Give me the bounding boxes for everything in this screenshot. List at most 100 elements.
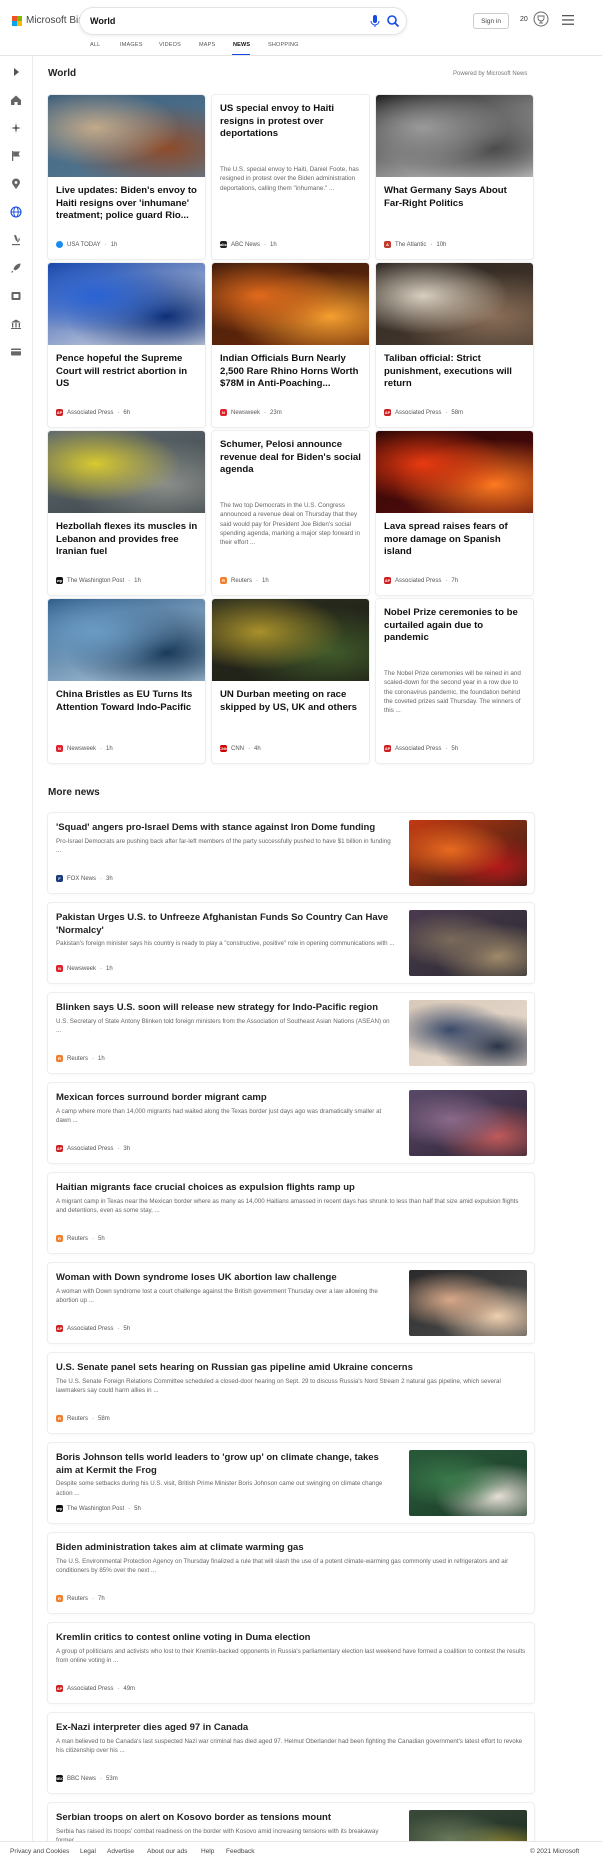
news-card-source[interactable]: AP Associated Press · 5h bbox=[384, 745, 458, 752]
footer-link-feedback[interactable]: Feedback bbox=[226, 1848, 255, 1855]
news-card-source[interactable]: N Newsweek · 23m bbox=[220, 409, 282, 416]
news-card[interactable]: Live updates: Biden's envoy to Haiti res… bbox=[48, 95, 205, 259]
news-card[interactable]: Schumer, Pelosi announce revenue deal fo… bbox=[212, 431, 369, 595]
card-icon[interactable] bbox=[10, 346, 22, 358]
globe-icon[interactable] bbox=[10, 206, 22, 218]
sparkles-icon[interactable] bbox=[10, 122, 22, 134]
news-item-source[interactable]: R Reuters · 58m bbox=[56, 1415, 110, 1422]
news-item-source[interactable]: R Reuters · 7h bbox=[56, 1595, 105, 1602]
list-item[interactable]: Kremlin critics to contest online voting… bbox=[48, 1623, 534, 1703]
news-card-source[interactable]: AP Associated Press · 58m bbox=[384, 409, 463, 416]
news-card-source[interactable]: A The Atlantic · 10h bbox=[384, 241, 446, 248]
search-input[interactable] bbox=[90, 13, 340, 29]
rocket-icon[interactable] bbox=[10, 262, 22, 274]
news-card-source[interactable]: USA TODAY · 1h bbox=[56, 241, 117, 248]
news-item-thumbnail[interactable] bbox=[409, 1270, 527, 1336]
news-item-title[interactable]: Pakistan Urges U.S. to Unfreeze Afghanis… bbox=[56, 912, 396, 937]
news-card-source[interactable]: N Newsweek · 1h bbox=[56, 745, 113, 752]
news-card-title[interactable]: Pence hopeful the Supreme Court will res… bbox=[56, 353, 198, 391]
news-card[interactable]: Lava spread raises fears of more damage … bbox=[376, 431, 533, 595]
list-item[interactable]: Biden administration takes aim at climat… bbox=[48, 1533, 534, 1613]
footer-link-help[interactable]: Help bbox=[201, 1848, 214, 1855]
hamburger-menu-icon[interactable] bbox=[562, 15, 574, 25]
news-card[interactable]: US special envoy to Haiti resigns in pro… bbox=[212, 95, 369, 259]
news-item-source[interactable]: AP Associated Press · 3h bbox=[56, 1145, 130, 1152]
news-card-source[interactable]: wp The Washington Post · 1h bbox=[56, 577, 141, 584]
list-item[interactable]: Pakistan Urges U.S. to Unfreeze Afghanis… bbox=[48, 903, 534, 983]
search-box[interactable] bbox=[80, 8, 406, 34]
news-item-title[interactable]: Biden administration takes aim at climat… bbox=[56, 1542, 526, 1555]
news-card-source[interactable]: AP Associated Press · 7h bbox=[384, 577, 458, 584]
news-item-title[interactable]: Serbian troops on alert on Kosovo border… bbox=[56, 1812, 396, 1825]
sign-in-button[interactable]: Sign in bbox=[473, 13, 509, 29]
home-icon[interactable] bbox=[10, 94, 22, 106]
news-card-source[interactable]: R Reuters · 1h bbox=[220, 577, 269, 584]
news-card[interactable]: China Bristles as EU Turns Its Attention… bbox=[48, 599, 205, 763]
film-icon[interactable] bbox=[10, 290, 22, 302]
footer-link-about-ads[interactable]: About our ads bbox=[147, 1848, 187, 1855]
news-item-title[interactable]: U.S. Senate panel sets hearing on Russia… bbox=[56, 1362, 526, 1375]
bank-icon[interactable] bbox=[10, 318, 22, 330]
news-item-thumbnail[interactable] bbox=[409, 1090, 527, 1156]
news-card-image[interactable] bbox=[48, 263, 205, 345]
footer-link-advertise[interactable]: Advertise bbox=[107, 1848, 134, 1855]
location-icon[interactable] bbox=[10, 178, 22, 190]
news-card-title[interactable]: Live updates: Biden's envoy to Haiti res… bbox=[56, 185, 198, 223]
news-item-title[interactable]: 'Squad' angers pro-Israel Dems with stan… bbox=[56, 822, 396, 835]
news-item-thumbnail[interactable] bbox=[409, 1450, 527, 1516]
list-item[interactable]: Ex-Nazi interpreter dies aged 97 in Cana… bbox=[48, 1713, 534, 1793]
news-item-thumbnail[interactable] bbox=[409, 1000, 527, 1066]
expand-icon[interactable] bbox=[10, 66, 22, 78]
news-card-title[interactable]: UN Durban meeting on race skipped by US,… bbox=[220, 689, 362, 714]
footer-link-legal[interactable]: Legal bbox=[80, 1848, 96, 1855]
list-item[interactable]: 'Squad' angers pro-Israel Dems with stan… bbox=[48, 813, 534, 893]
news-card[interactable]: Pence hopeful the Supreme Court will res… bbox=[48, 263, 205, 427]
microphone-icon[interactable] bbox=[369, 14, 381, 28]
news-card-title[interactable]: Schumer, Pelosi announce revenue deal fo… bbox=[220, 439, 362, 477]
news-card[interactable]: Hezbollah flexes its muscles in Lebanon … bbox=[48, 431, 205, 595]
microscope-icon[interactable] bbox=[10, 234, 22, 246]
news-item-title[interactable]: Woman with Down syndrome loses UK aborti… bbox=[56, 1272, 396, 1285]
tab-videos[interactable]: VIDEOS bbox=[159, 42, 181, 48]
news-card[interactable]: What Germany Says About Far-Right Politi… bbox=[376, 95, 533, 259]
news-item-title[interactable]: Mexican forces surround border migrant c… bbox=[56, 1092, 396, 1105]
news-item-title[interactable]: Kremlin critics to contest online voting… bbox=[56, 1632, 526, 1645]
news-item-source[interactable]: R Reuters · 1h bbox=[56, 1055, 105, 1062]
news-card-image[interactable] bbox=[212, 263, 369, 345]
news-item-title[interactable]: Ex-Nazi interpreter dies aged 97 in Cana… bbox=[56, 1722, 526, 1735]
news-card-source[interactable]: AP Associated Press · 6h bbox=[56, 409, 130, 416]
news-card-image[interactable] bbox=[212, 599, 369, 681]
list-item[interactable]: Woman with Down syndrome loses UK aborti… bbox=[48, 1263, 534, 1343]
news-item-source[interactable]: N Newsweek · 1h bbox=[56, 965, 113, 972]
tab-images[interactable]: IMAGES bbox=[120, 42, 143, 48]
tab-shopping[interactable]: SHOPPING bbox=[268, 42, 299, 48]
list-item[interactable]: Mexican forces surround border migrant c… bbox=[48, 1083, 534, 1163]
news-card-image[interactable] bbox=[376, 263, 533, 345]
news-item-source[interactable]: BBC BBC News · 53m bbox=[55, 1775, 118, 1782]
flag-icon[interactable] bbox=[10, 150, 22, 162]
powered-by-label[interactable]: Powered by Microsoft News bbox=[453, 71, 527, 77]
news-card[interactable]: Indian Officials Burn Nearly 2,500 Rare … bbox=[212, 263, 369, 427]
news-card[interactable]: Taliban official: Strict punishment, exe… bbox=[376, 263, 533, 427]
news-item-source[interactable]: wp The Washington Post · 5h bbox=[56, 1505, 141, 1512]
list-item[interactable]: U.S. Senate panel sets hearing on Russia… bbox=[48, 1353, 534, 1433]
tab-all[interactable]: ALL bbox=[90, 42, 100, 48]
news-card-title[interactable]: China Bristles as EU Turns Its Attention… bbox=[56, 689, 198, 714]
news-card-source[interactable]: CNN CNN · 4h bbox=[219, 745, 261, 752]
news-item-source[interactable]: AP Associated Press · 5h bbox=[56, 1325, 130, 1332]
news-item-source[interactable]: AP Associated Press · 49m bbox=[56, 1685, 135, 1692]
tab-maps[interactable]: MAPS bbox=[199, 42, 215, 48]
news-item-thumbnail[interactable] bbox=[409, 910, 527, 976]
news-card[interactable]: Nobel Prize ceremonies to be curtailed a… bbox=[376, 599, 533, 763]
news-card-image[interactable] bbox=[376, 431, 533, 513]
news-card-image[interactable] bbox=[48, 599, 205, 681]
news-item-title[interactable]: Haitian migrants face crucial choices as… bbox=[56, 1182, 526, 1195]
list-item[interactable]: Boris Johnson tells world leaders to 'gr… bbox=[48, 1443, 534, 1523]
news-card-image[interactable] bbox=[376, 95, 533, 177]
news-card-title[interactable]: Lava spread raises fears of more damage … bbox=[384, 521, 526, 559]
news-item-thumbnail[interactable] bbox=[409, 820, 527, 886]
news-card-title[interactable]: Taliban official: Strict punishment, exe… bbox=[384, 353, 526, 391]
rewards-trophy-icon[interactable] bbox=[533, 11, 549, 27]
news-card-image[interactable] bbox=[48, 95, 205, 177]
tab-news[interactable]: NEWS bbox=[233, 42, 250, 48]
